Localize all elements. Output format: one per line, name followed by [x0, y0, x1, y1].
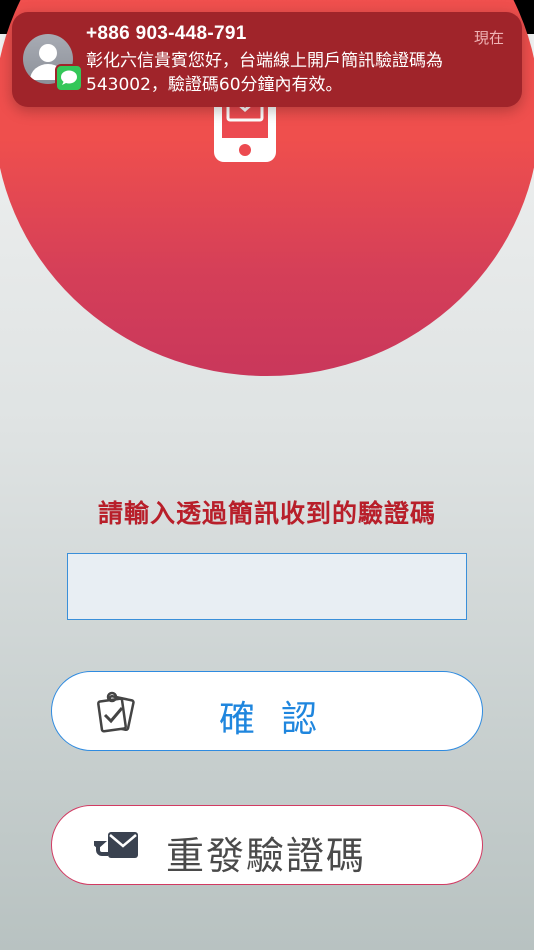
- confirm-button-label: 確認: [218, 699, 343, 740]
- notification-sender: +886 903-448-791: [86, 23, 247, 44]
- resend-envelope-icon: [94, 832, 138, 858]
- notification-message: 彰化六信貴賓您好，台端線上開戶簡訊驗證碼為543002，驗證碼60分鐘內有效。: [86, 51, 443, 95]
- verification-prompt: 請輸入透過簡訊收到的驗證碼: [97, 499, 436, 528]
- sms-notification[interactable]: +886 903-448-791 現在 彰化六信貴賓您好，台端線上開戶簡訊驗證碼…: [12, 12, 522, 107]
- messages-app-icon: [55, 64, 83, 92]
- notification-time: 現在: [473, 29, 504, 47]
- resend-button-label: 重發驗證碼: [166, 834, 367, 878]
- verification-code-input[interactable]: [67, 553, 467, 620]
- confirm-button[interactable]: 確認: [51, 671, 483, 751]
- resend-code-button[interactable]: 重發驗證碼: [51, 805, 483, 885]
